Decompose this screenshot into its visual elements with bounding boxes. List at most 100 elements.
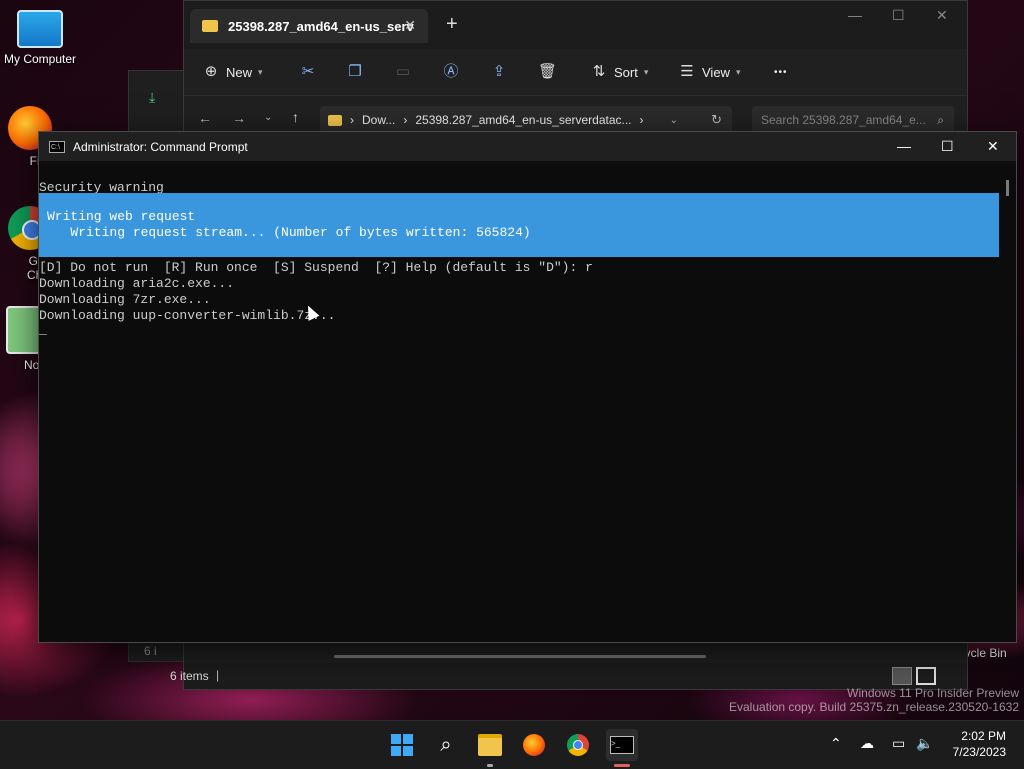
new-label: New	[226, 64, 253, 80]
rename-button[interactable]: Ⓐ	[442, 61, 460, 83]
active-indicator	[614, 764, 630, 767]
clock-date: 7/23/2023	[952, 745, 1006, 759]
share-icon: ⇪	[492, 63, 506, 80]
explorer-left-fragment: 6 i	[144, 644, 157, 658]
tab-title: 25398.287_amd64_en-us_serv	[228, 18, 414, 34]
minimize-button[interactable]: —	[897, 138, 911, 154]
search-input[interactable]: Search 25398.287_amd64_e...	[761, 113, 926, 127]
paste-button[interactable]: ▭	[394, 61, 412, 83]
search-icon: ⌕	[440, 733, 452, 756]
new-tab-button[interactable]: +	[446, 13, 458, 36]
cut-button[interactable]: ✂	[299, 61, 317, 83]
firefox-icon	[523, 734, 545, 756]
explorer-toolbar: ⊕ New ▾ ✂ ❐ ▭ Ⓐ ⇪ 🗑 ⇅ Sort ▾ ☰ View ▾ ••…	[184, 49, 967, 96]
taskbar-chrome[interactable]	[562, 729, 594, 761]
breadcrumb-downloads[interactable]: Dow...	[362, 113, 395, 127]
details-view-icon[interactable]	[892, 667, 912, 685]
taskbar-firefox[interactable]	[518, 729, 550, 761]
view-label: View	[702, 64, 730, 80]
cmd-scrollbar[interactable]	[1000, 162, 1016, 642]
up-icon[interactable]: ↑	[292, 109, 299, 125]
close-tab-icon[interactable]: ✕	[404, 17, 416, 34]
taskbar-file-explorer[interactable]	[474, 729, 506, 767]
cmd-console[interactable]: Security warning Writing web request Wri…	[39, 162, 1000, 642]
copy-icon: ❐	[348, 63, 362, 80]
progress-banner: Writing web request Writing request stre…	[39, 193, 999, 257]
download-line: Downloading 7zr.exe...	[39, 292, 211, 307]
onedrive-offline-icon[interactable]: ☁	[860, 735, 874, 752]
horizontal-scrollbar[interactable]	[334, 655, 706, 658]
download-line: Downloading uup-converter-wimlib.7z...	[39, 308, 336, 323]
back-icon[interactable]: ←	[198, 110, 212, 126]
status-divider: |	[216, 668, 220, 682]
view-icon: ☰	[680, 63, 694, 80]
network-icon[interactable]: ▭	[892, 735, 905, 752]
chevron-down-icon: ▾	[258, 66, 263, 77]
taskbar-command-prompt[interactable]: >_	[606, 729, 638, 767]
chrome-icon	[567, 734, 589, 756]
breadcrumb-separator: ›	[403, 113, 408, 127]
address-bar[interactable]: › Dow... › 25398.287_amd64_en-us_serverd…	[320, 106, 732, 134]
plus-circle-icon: ⊕	[204, 63, 218, 80]
progress-detail: Writing request stream... (Number of byt…	[47, 225, 531, 240]
forward-icon[interactable]: →	[232, 110, 246, 126]
more-button[interactable]: •••	[774, 61, 788, 83]
refresh-icon[interactable]: ↻	[711, 112, 722, 128]
progress-title: Writing web request	[47, 209, 196, 224]
monitor-icon	[17, 10, 63, 48]
scrollbar-thumb[interactable]	[1006, 180, 1009, 196]
download-icon: ⤓	[149, 89, 156, 105]
command-prompt-window: C:\ Administrator: Command Prompt — ☐ ✕ …	[38, 131, 1017, 643]
maximize-button[interactable]: ☐	[941, 138, 954, 155]
sort-icon: ⇅	[592, 63, 606, 80]
watermark-line-1: Windows 11 Pro Insider Preview	[847, 686, 1019, 700]
chevron-down-icon: ▾	[735, 66, 741, 77]
activation-watermark: Windows 11 Pro Insider Preview Evaluatio…	[729, 686, 1019, 714]
start-icon	[391, 734, 413, 756]
close-button[interactable]: ✕	[936, 7, 948, 24]
cmd-app-icon: C:\	[49, 140, 65, 153]
more-icon: •••	[774, 66, 788, 78]
file-explorer-icon	[478, 734, 502, 756]
clock[interactable]: 2:02 PM 7/23/2023	[953, 728, 1006, 760]
explorer-titlebar: 25398.287_amd64_en-us_serv ✕ + — ☐ ✕	[184, 1, 967, 49]
address-dropdown-icon[interactable]: ⌄	[670, 115, 678, 126]
minimize-button[interactable]: —	[848, 7, 862, 23]
trash-icon: 🗑	[538, 63, 558, 80]
maximize-button[interactable]: ☐	[892, 7, 905, 24]
sort-button[interactable]: ⇅ Sort ▾	[590, 61, 649, 83]
copy-button[interactable]: ❐	[346, 61, 364, 83]
new-button[interactable]: ⊕ New ▾	[202, 61, 263, 83]
volume-icon[interactable]: 🔈	[916, 735, 933, 752]
download-line: Downloading aria2c.exe...	[39, 276, 235, 291]
folder-icon	[202, 20, 218, 32]
breadcrumb-separator: ›	[350, 113, 354, 127]
desktop-icon-my-computer[interactable]: My Computer	[0, 10, 80, 66]
explorer-tab[interactable]: 25398.287_amd64_en-us_serv ✕	[190, 9, 428, 43]
start-button[interactable]	[386, 729, 418, 761]
terminal-icon: >_	[610, 736, 634, 754]
item-count: 6 items	[170, 669, 209, 683]
search-button[interactable]: ⌕	[430, 729, 462, 761]
recent-locations-icon[interactable]: ⌄	[264, 112, 272, 123]
folder-icon	[328, 114, 342, 126]
taskbar: ⌕ >_ ⌃ ☁ ▭ 🔈 2:02 PM 7/23/2023	[0, 720, 1024, 769]
share-button[interactable]: ⇪	[490, 61, 508, 83]
sort-label: Sort	[614, 64, 638, 80]
search-box[interactable]: Search 25398.287_amd64_e... ⌕	[752, 106, 954, 134]
desktop-icon-label: My Computer	[3, 52, 77, 66]
tiles-view-icon[interactable]	[916, 667, 936, 685]
cmd-titlebar: C:\ Administrator: Command Prompt — ☐ ✕	[39, 132, 1016, 161]
close-button[interactable]: ✕	[987, 138, 999, 155]
paste-icon: ▭	[395, 63, 411, 80]
search-icon: ⌕	[937, 112, 944, 127]
breadcrumb-separator: ›	[639, 113, 644, 127]
text-cursor: _	[39, 322, 47, 337]
view-button[interactable]: ☰ View ▾	[678, 61, 740, 83]
chevron-down-icon: ▾	[643, 66, 649, 77]
running-indicator	[487, 764, 493, 767]
show-hidden-icons[interactable]: ⌃	[830, 735, 842, 752]
clock-time: 2:02 PM	[961, 729, 1006, 743]
delete-button[interactable]: 🗑	[538, 61, 558, 83]
breadcrumb-folder[interactable]: 25398.287_amd64_en-us_serverdatac...	[415, 113, 631, 127]
